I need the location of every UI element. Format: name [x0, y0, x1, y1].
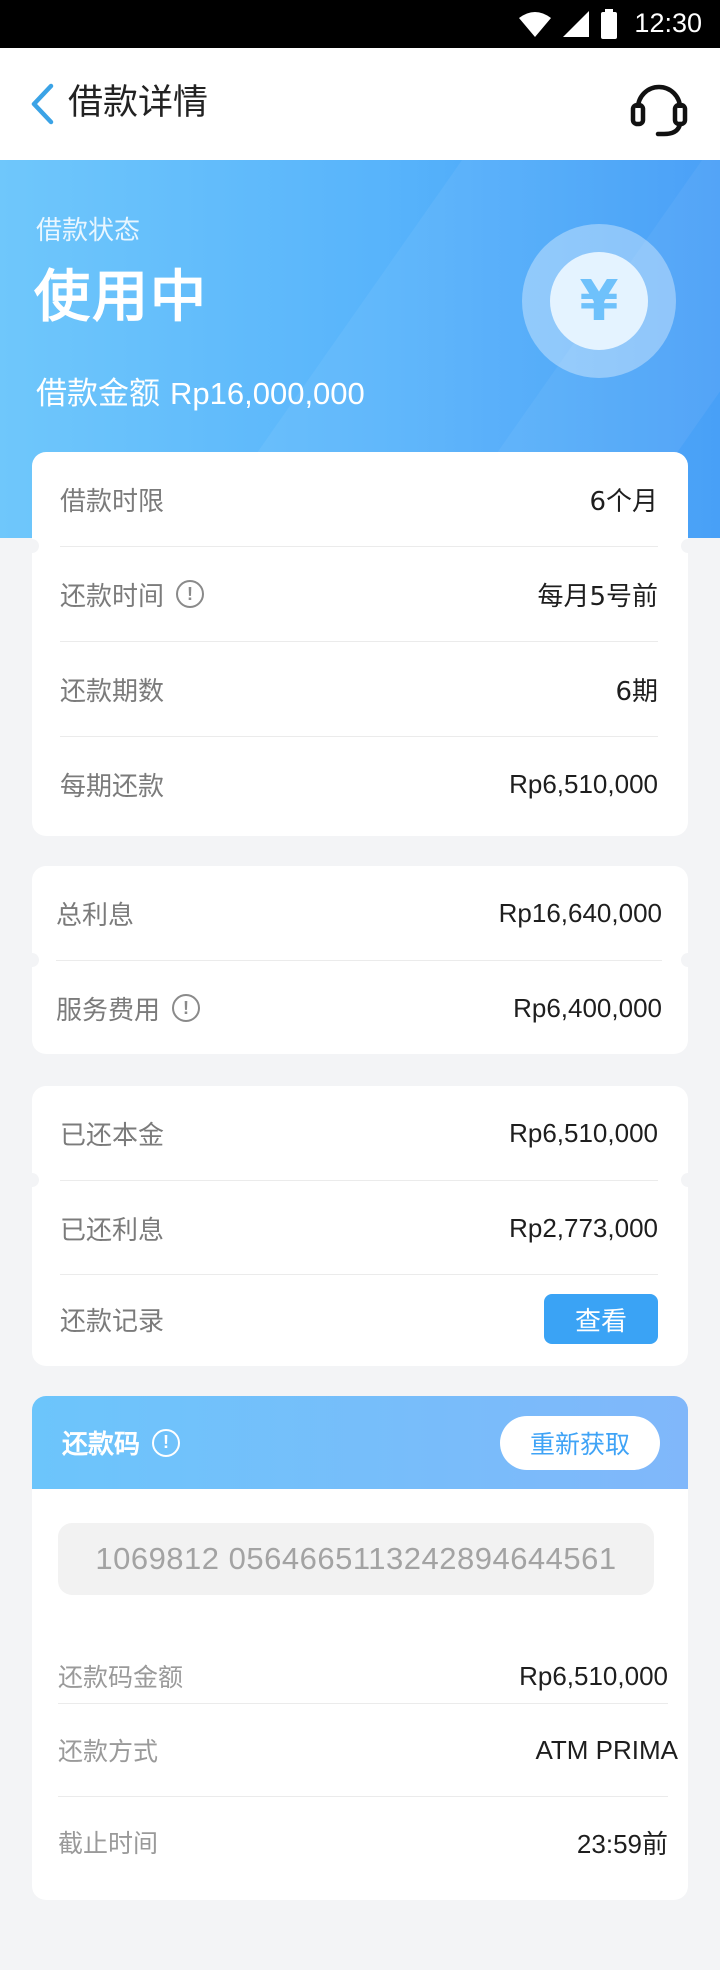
repayment-code-box[interactable]: 1069812 0564665113242894644561 — [58, 1523, 654, 1595]
card-notch — [25, 1173, 39, 1187]
info-icon[interactable]: ! — [172, 994, 201, 1022]
item-label: 已还本金 — [60, 1120, 165, 1151]
list-item: 服务费用 ! Rp6,400,000 — [56, 961, 662, 1055]
info-icon[interactable]: ! — [176, 580, 205, 608]
list-item: 借款时限 6个月 — [60, 452, 658, 546]
item-label: 总利息 — [56, 900, 135, 931]
item-label: 借款时限 — [60, 486, 165, 517]
card-notch — [681, 1173, 695, 1187]
item-value: Rp16,640,000 — [498, 897, 662, 928]
nav-bar: 借款详情 — [0, 48, 720, 160]
list-item: 每期还款 Rp6,510,000 — [60, 737, 658, 831]
item-label: 还款码金额 — [58, 1663, 184, 1692]
status-time: 12:30 — [634, 8, 702, 38]
item-label: 还款期数 — [60, 676, 165, 707]
item-label: 每期还款 — [60, 771, 165, 802]
fees-card: 总利息 Rp16,640,000 服务费用 ! Rp6,400,000 — [25, 866, 695, 1055]
item-value: Rp6,510,000 — [509, 768, 658, 799]
item-label: 已还利息 — [60, 1215, 165, 1246]
item-value: 6个月 — [589, 486, 658, 517]
chevron-left-icon — [31, 83, 54, 125]
item-label: 截止时间 — [58, 1829, 159, 1858]
loan-amount: 借款金额 Rp16,000,000 — [36, 368, 365, 413]
back-button[interactable] — [22, 80, 62, 128]
card-notch — [25, 953, 39, 967]
customer-service-button[interactable] — [628, 78, 690, 138]
loan-status-value: 使用中 — [34, 265, 208, 330]
status-bar: 12:30 — [0, 0, 720, 48]
item-value: Rp6,510,000 — [519, 1660, 668, 1691]
item-label: 服务费用 — [56, 995, 161, 1026]
card-notch — [25, 539, 39, 553]
repayment-code-card: 还款码 ! 重新获取 1069812 056466511324289464456… — [32, 1396, 688, 1900]
loan-terms-card: 借款时限 6个月 还款时间 ! 每月5号前 还款期数 6期 每期还款 Rp6,5… — [25, 452, 695, 836]
wifi-icon — [519, 11, 552, 37]
item-label: 还款时间 — [60, 581, 165, 612]
item-value: Rp6,400,000 — [513, 992, 662, 1023]
headset-icon — [630, 84, 688, 137]
item-value: 23:59前 — [576, 1828, 668, 1859]
list-item: 截止时间 23:59前 — [58, 1796, 668, 1888]
loan-amount-value: Rp16,000,000 — [170, 376, 365, 411]
repayment-code-title: 还款码 — [62, 1430, 141, 1460]
list-item: 已还利息 Rp2,773,000 — [60, 1181, 658, 1275]
card-notch — [681, 953, 695, 967]
repayment-code-title-wrap: 还款码 ! — [62, 1424, 181, 1461]
yen-coin-icon: ¥ — [522, 224, 676, 378]
card-notch — [681, 539, 695, 553]
info-icon[interactable]: ! — [152, 1428, 181, 1457]
status-icons: 12:30 — [518, 8, 702, 39]
yen-coin-inner: ¥ — [550, 252, 648, 350]
list-item: 还款时间 ! 每月5号前 — [60, 547, 658, 641]
list-item: 还款期数 6期 — [60, 642, 658, 736]
list-item: 还款方式 ATM PRIMA — [58, 1704, 678, 1796]
cell-signal-icon — [563, 10, 590, 37]
repaid-card: 已还本金 Rp6,510,000 已还利息 Rp2,773,000 还款记录 查… — [25, 1086, 695, 1366]
repayment-record-row: 还款记录 查看 — [60, 1273, 658, 1365]
repayment-code-header: 还款码 ! 重新获取 — [32, 1396, 688, 1489]
item-value: ATM PRIMA — [535, 1734, 678, 1765]
battery-icon — [601, 8, 618, 39]
list-item: 总利息 Rp16,640,000 — [56, 866, 662, 960]
loan-status-label: 借款状态 — [36, 216, 141, 246]
item-value: 每月5号前 — [537, 581, 658, 612]
repayment-code-value: 1069812 0564665113242894644561 — [95, 1541, 617, 1576]
item-value: Rp6,510,000 — [509, 1117, 658, 1148]
refresh-code-button[interactable]: 重新获取 — [500, 1416, 660, 1470]
list-item: 已还本金 Rp6,510,000 — [60, 1086, 658, 1180]
item-value: 6期 — [615, 676, 658, 707]
item-label-wrap: 服务费用 ! — [56, 990, 201, 1027]
item-label: 还款记录 — [60, 1306, 165, 1337]
page-title: 借款详情 — [68, 83, 209, 123]
yen-glyph: ¥ — [579, 268, 619, 334]
item-label-wrap: 还款时间 ! — [60, 576, 205, 613]
view-records-button[interactable]: 查看 — [544, 1294, 658, 1344]
item-label: 还款方式 — [58, 1737, 159, 1766]
item-value: Rp2,773,000 — [509, 1212, 658, 1243]
loan-amount-label: 借款金额 — [36, 376, 160, 412]
